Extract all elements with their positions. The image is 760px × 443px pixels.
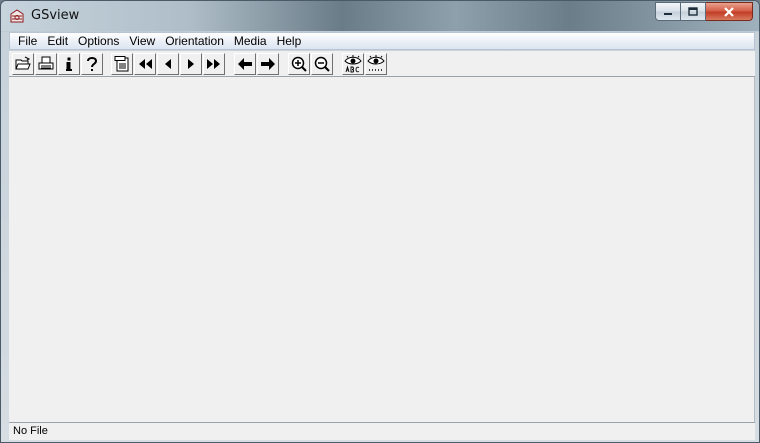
next-page-button[interactable]	[180, 53, 202, 75]
text-extract-eye-icon	[344, 55, 362, 73]
menu-media[interactable]: Media	[229, 33, 272, 49]
help-icon	[87, 57, 98, 71]
last-page-icon	[207, 59, 220, 69]
menu-view[interactable]: View	[124, 33, 160, 49]
menu-help[interactable]: Help	[272, 33, 307, 49]
maximize-button[interactable]	[681, 2, 706, 21]
first-page-icon	[139, 59, 152, 69]
last-page-button[interactable]	[203, 53, 225, 75]
menu-file[interactable]: File	[13, 33, 42, 49]
window-controls	[655, 2, 753, 21]
close-button[interactable]	[706, 2, 753, 21]
forward-arrow-icon	[261, 58, 275, 70]
menu-orientation[interactable]: Orientation	[160, 33, 229, 49]
zoom-in-icon	[291, 56, 307, 72]
goto-page-icon	[114, 56, 129, 72]
forward-button[interactable]	[257, 53, 279, 75]
print-icon	[38, 56, 54, 70]
open-icon	[15, 56, 31, 70]
toolbar	[9, 51, 755, 77]
maximize-icon	[688, 7, 698, 16]
info-icon	[66, 57, 72, 71]
back-arrow-icon	[238, 58, 252, 70]
text-extract-button[interactable]	[342, 53, 364, 75]
prev-page-icon	[165, 59, 171, 69]
zoom-out-icon	[314, 56, 330, 72]
goto-page-button[interactable]	[111, 53, 133, 75]
menu-options[interactable]: Options	[73, 33, 124, 49]
zoom-in-button[interactable]	[288, 53, 310, 75]
info-button[interactable]	[58, 53, 80, 75]
back-button[interactable]	[234, 53, 256, 75]
print-button[interactable]	[35, 53, 57, 75]
status-bar: No File	[9, 422, 755, 440]
close-icon	[724, 6, 734, 17]
zoom-out-button[interactable]	[311, 53, 333, 75]
document-view-area[interactable]	[9, 77, 755, 422]
first-page-button[interactable]	[134, 53, 156, 75]
open-button[interactable]	[12, 53, 34, 75]
find-eye-icon	[367, 55, 385, 71]
prev-page-button[interactable]	[157, 53, 179, 75]
menu-bar: File Edit Options View Orientation Media…	[9, 32, 755, 50]
minimize-button[interactable]	[655, 2, 681, 21]
window-title: GSview	[31, 8, 80, 23]
status-text: No File	[13, 425, 48, 437]
gsview-window: GSview File Edit Options View Orientatio…	[0, 0, 760, 443]
title-bar[interactable]: GSview	[1, 1, 759, 31]
menu-edit[interactable]: Edit	[42, 33, 73, 49]
find-button[interactable]	[365, 53, 387, 75]
gsview-app-icon[interactable]	[9, 8, 25, 24]
minimize-icon	[664, 12, 672, 15]
help-button[interactable]	[81, 53, 103, 75]
next-page-icon	[188, 59, 194, 69]
